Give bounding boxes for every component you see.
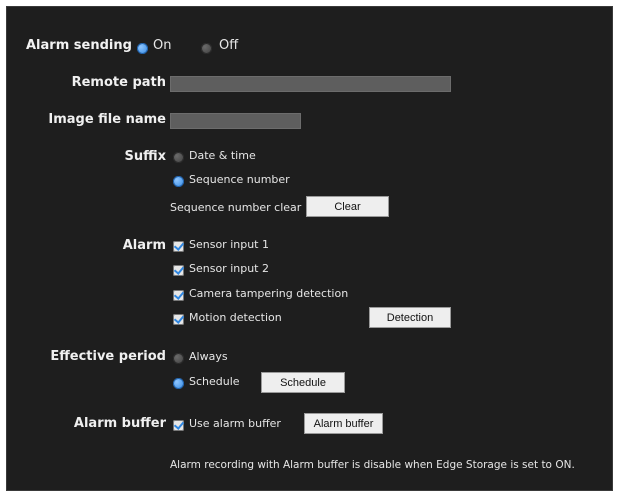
remote-path-input[interactable] <box>170 76 451 92</box>
sensor-input-2-label[interactable]: Sensor input 2 <box>189 262 269 275</box>
effective-period-schedule-label[interactable]: Schedule <box>189 375 240 388</box>
alarm-label: Alarm <box>122 238 166 253</box>
use-alarm-buffer-label[interactable]: Use alarm buffer <box>189 417 281 430</box>
camera-tampering-detection-label[interactable]: Camera tampering detection <box>189 287 348 300</box>
effective-period-schedule-radio[interactable] <box>173 378 184 389</box>
motion-detection-checkbox[interactable] <box>173 314 184 325</box>
alarm-buffer-note: Alarm recording with Alarm buffer is dis… <box>170 459 575 471</box>
alarm-sending-on-radio[interactable] <box>137 43 148 54</box>
sensor-input-1-label[interactable]: Sensor input 1 <box>189 238 269 251</box>
image-file-name-input[interactable] <box>170 113 301 129</box>
sequence-number-clear-label: Sequence number clear <box>170 201 302 214</box>
detection-button[interactable]: Detection <box>369 307 451 328</box>
image-file-name-label: Image file name <box>48 112 166 127</box>
suffix-sequence-number-label[interactable]: Sequence number <box>189 173 290 186</box>
alarm-buffer-button[interactable]: Alarm buffer <box>304 413 383 434</box>
effective-period-always-label[interactable]: Always <box>189 350 228 363</box>
sensor-input-2-checkbox[interactable] <box>173 265 184 276</box>
motion-detection-label[interactable]: Motion detection <box>189 311 282 324</box>
alarm-sending-settings-panel: Alarm sending On Off Remote path Image f… <box>6 6 613 491</box>
alarm-buffer-label: Alarm buffer <box>73 416 166 431</box>
use-alarm-buffer-checkbox[interactable] <box>173 420 184 431</box>
remote-path-label: Remote path <box>71 75 166 90</box>
alarm-sending-off-label[interactable]: Off <box>219 38 238 53</box>
alarm-sending-on-label[interactable]: On <box>153 38 171 53</box>
schedule-button[interactable]: Schedule <box>261 372 345 393</box>
alarm-sending-label: Alarm sending <box>26 38 132 53</box>
suffix-sequence-number-radio[interactable] <box>173 176 184 187</box>
suffix-label: Suffix <box>124 149 166 164</box>
clear-button[interactable]: Clear <box>306 196 389 217</box>
suffix-date-time-radio[interactable] <box>173 152 184 163</box>
alarm-sending-off-radio[interactable] <box>201 43 212 54</box>
suffix-date-time-label[interactable]: Date & time <box>189 149 256 162</box>
effective-period-always-radio[interactable] <box>173 353 184 364</box>
effective-period-label: Effective period <box>50 349 166 364</box>
sensor-input-1-checkbox[interactable] <box>173 241 184 252</box>
camera-tampering-detection-checkbox[interactable] <box>173 290 184 301</box>
